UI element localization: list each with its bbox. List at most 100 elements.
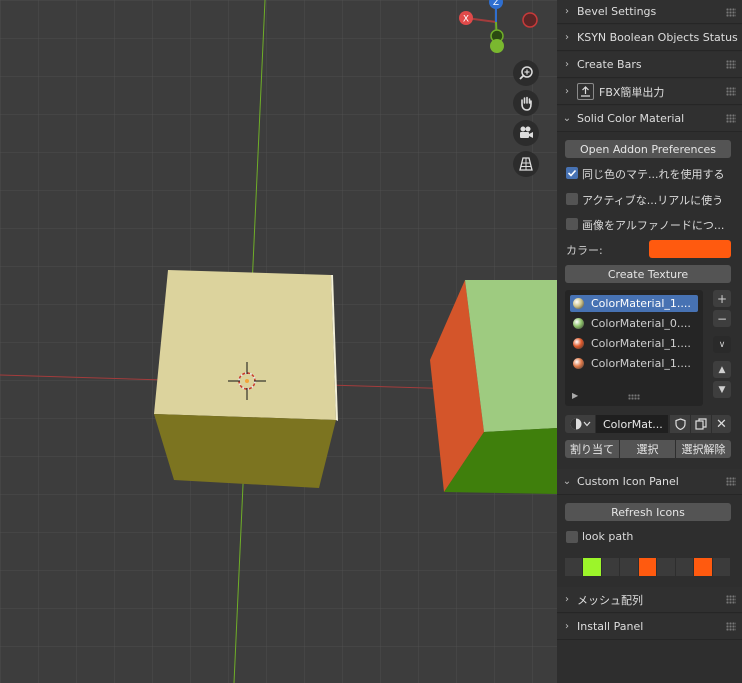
section-fbx-export[interactable]: › FBX簡単出力 [557,79,742,105]
active-material-checkbox[interactable] [566,193,578,205]
icon-swatch[interactable] [601,558,620,576]
list-item[interactable]: ColorMaterial_1.... [570,335,698,352]
section-bevel-settings[interactable]: › Bevel Settings [557,0,742,24]
deselect-button[interactable]: 選択解除 [676,440,731,458]
sidebar-panel[interactable]: › Bevel Settings › KSYN Boolean Objects … [557,0,742,683]
list-item[interactable]: ColorMaterial_0.... [570,315,698,332]
remove-material-button[interactable]: − [713,310,731,327]
triangle-down-icon: ▼ [718,384,726,395]
image-alpha-checkbox[interactable] [566,218,578,230]
chevron-down-icon: ⌄ [562,113,572,124]
color-picker[interactable] [649,240,731,258]
material-browse-button[interactable] [565,415,595,433]
same-color-checkbox[interactable] [566,167,578,179]
material-sphere-icon [573,318,584,329]
scene-canvas[interactable]: Z X [0,0,557,683]
icon-swatch[interactable] [565,558,583,576]
material-specials-button[interactable]: ∨ [713,336,731,353]
shield-icon [674,418,686,430]
checkmark-icon [567,169,577,177]
material-sphere-icon [573,338,584,349]
drag-grip-icon[interactable] [726,8,736,17]
icon-swatch[interactable] [712,558,730,576]
export-icon [577,83,594,100]
icon-swatch[interactable] [638,558,657,576]
cube1-front-face[interactable] [154,414,336,488]
icon-swatch-row[interactable] [565,558,731,576]
icon-swatch[interactable] [675,558,694,576]
chevron-right-icon: › [565,6,569,17]
material-name-field[interactable]: ColorMat... [596,415,668,433]
zoom-icon [519,66,533,80]
list-expand-icon[interactable]: ▶ [572,391,578,400]
unlink-material-button[interactable]: ✕ [712,415,731,433]
move-down-button[interactable]: ▼ [713,381,731,398]
section-title: Solid Color Material [577,112,685,125]
camera-icon [520,126,533,138]
fake-user-button[interactable] [670,415,690,433]
drag-grip-icon[interactable] [726,477,736,486]
section-title: KSYN Boolean Objects Status [577,31,738,44]
perspective-toggle-button[interactable] [513,151,539,177]
axis-gizmo[interactable]: Z X [459,0,538,53]
refresh-icons-button[interactable]: Refresh Icons [565,503,731,521]
drag-grip-icon[interactable] [726,114,736,123]
section-title: Custom Icon Panel [577,475,679,488]
section-solid-color-material[interactable]: ⌄ Solid Color Material [557,106,742,132]
duplicate-material-button[interactable] [691,415,711,433]
look-path-label: look path [582,530,634,543]
section-title: Install Panel [577,620,644,633]
add-material-button[interactable]: + [713,290,731,307]
zoom-button[interactable] [513,60,539,86]
pan-button[interactable] [513,90,539,116]
list-resize-grip-icon[interactable] [628,394,640,400]
select-button[interactable]: 選択 [620,440,675,458]
section-title: FBX簡単出力 [599,85,665,99]
minus-icon: − [716,311,728,326]
icon-swatch[interactable] [657,558,675,576]
section-install-panel[interactable]: › Install Panel [557,614,742,640]
create-texture-button[interactable]: Create Texture [565,265,731,283]
gizmo-x-label: X [463,15,469,25]
section-mesh-array[interactable]: › メッシュ配列 [557,587,742,613]
chevron-right-icon: › [565,621,569,632]
material-browse-icon [570,418,591,430]
assign-button[interactable]: 割り当て [565,440,619,458]
material-list[interactable]: ColorMaterial_1.... ColorMaterial_0.... … [565,290,703,406]
chevron-right-icon: › [565,86,569,97]
drag-grip-icon[interactable] [726,87,736,96]
icon-swatch[interactable] [583,558,601,576]
list-item[interactable]: ColorMaterial_1.... [570,355,698,372]
3d-viewport[interactable]: Z X [0,0,557,683]
perspective-grid-icon [519,157,533,171]
same-color-label: 同じ色のマテ...れを使用する [582,168,725,181]
gizmo-z-label: Z [493,0,499,8]
list-item[interactable]: ColorMaterial_1.... [570,295,698,312]
chevron-right-icon: › [565,32,569,43]
section-create-bars[interactable]: › Create Bars [557,52,742,78]
drag-grip-icon[interactable] [726,60,736,69]
drag-grip-icon[interactable] [726,622,736,631]
chevron-down-icon: ∨ [718,339,726,350]
look-path-checkbox[interactable] [566,531,578,543]
image-alpha-label: 画像をアルファノードにつ... [582,219,725,232]
move-up-button[interactable]: ▲ [713,361,731,378]
close-icon: ✕ [716,416,727,432]
duplicate-icon [695,418,707,430]
active-material-label: アクティブな...リアルに使う [582,194,724,207]
chevron-right-icon: › [565,59,569,70]
material-sphere-icon [573,298,584,309]
drag-grip-icon[interactable] [726,595,736,604]
icon-swatch[interactable] [694,558,712,576]
color-label: カラー: [566,244,603,257]
chevron-down-icon: ⌄ [562,476,572,487]
icon-swatch[interactable] [620,558,638,576]
camera-view-button[interactable] [513,120,539,146]
cube1-top-face[interactable] [154,270,336,420]
hand-pan-icon [521,96,532,111]
section-custom-icon-panel[interactable]: ⌄ Custom Icon Panel [557,469,742,495]
section-title: メッシュ配列 [577,593,643,607]
open-addon-preferences-button[interactable]: Open Addon Preferences [565,140,731,158]
section-ksyn-boolean[interactable]: › KSYN Boolean Objects Status [557,25,742,51]
section-title: Create Bars [577,58,642,71]
